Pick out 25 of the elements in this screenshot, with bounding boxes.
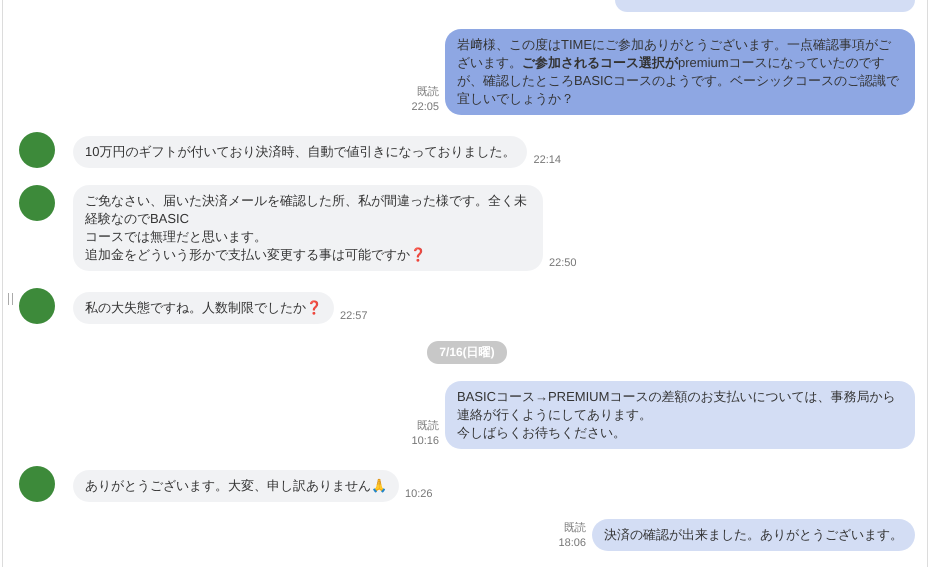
message-text: 決済の確認が出来ました。ありがとうございます。 [604,526,903,544]
message-text: コースでは無理だと思います。 [85,228,268,246]
message-time: 10:16 [411,434,439,449]
message-text: 追加金をどういう形かで支払い変更する事は可能ですか❓ [85,246,427,264]
message-text: 10万円のギフトが付いており決済時、自動で値引きになっておりました。 [85,143,516,161]
read-receipt: 既読 [417,85,439,100]
message-text: ありがとうございます。大変、申し訳ありません🙏 [85,477,387,495]
message-time: 22:57 [340,309,368,324]
read-receipt: 既読 [417,419,439,434]
avatar-photo-placeholder [19,185,55,221]
avatar-photo-placeholder [19,288,55,324]
read-receipt: 既読 [564,521,586,536]
avatar-photo-placeholder [19,132,55,168]
message-time: 22:05 [411,100,439,115]
message-text: ご免なさい、届いた決済メールを確認した所、私が間違った様です。全く未経験なのでBASIC [85,192,528,228]
message-time: 10:26 [405,487,433,502]
message-text: BASICコース→PREMIUMコースの差額のお支払いについては、事務局から連絡が行くようにしてあります。 [457,388,896,424]
resize-handle-icon[interactable] [8,293,13,305]
avatar-photo-placeholder [19,466,55,502]
message-time: 22:50 [549,256,577,271]
message-time: 22:14 [533,153,561,168]
message-time: 18:06 [558,536,586,551]
message-text: 岩﨑様、この度はTIMEにご参加ありがとうございます。一点確認事項がございます。ご参加されるコース選択がpremiumコースになっていたのですが、確認したところBASICコースのようです。ベーシックコースのご認識で宜しいでしょうか？ [457,36,900,108]
message-text: 今しばらくお待ちください。 [457,424,627,442]
message-text: 私の大失態ですね。人数制限でしたか❓ [85,299,322,317]
